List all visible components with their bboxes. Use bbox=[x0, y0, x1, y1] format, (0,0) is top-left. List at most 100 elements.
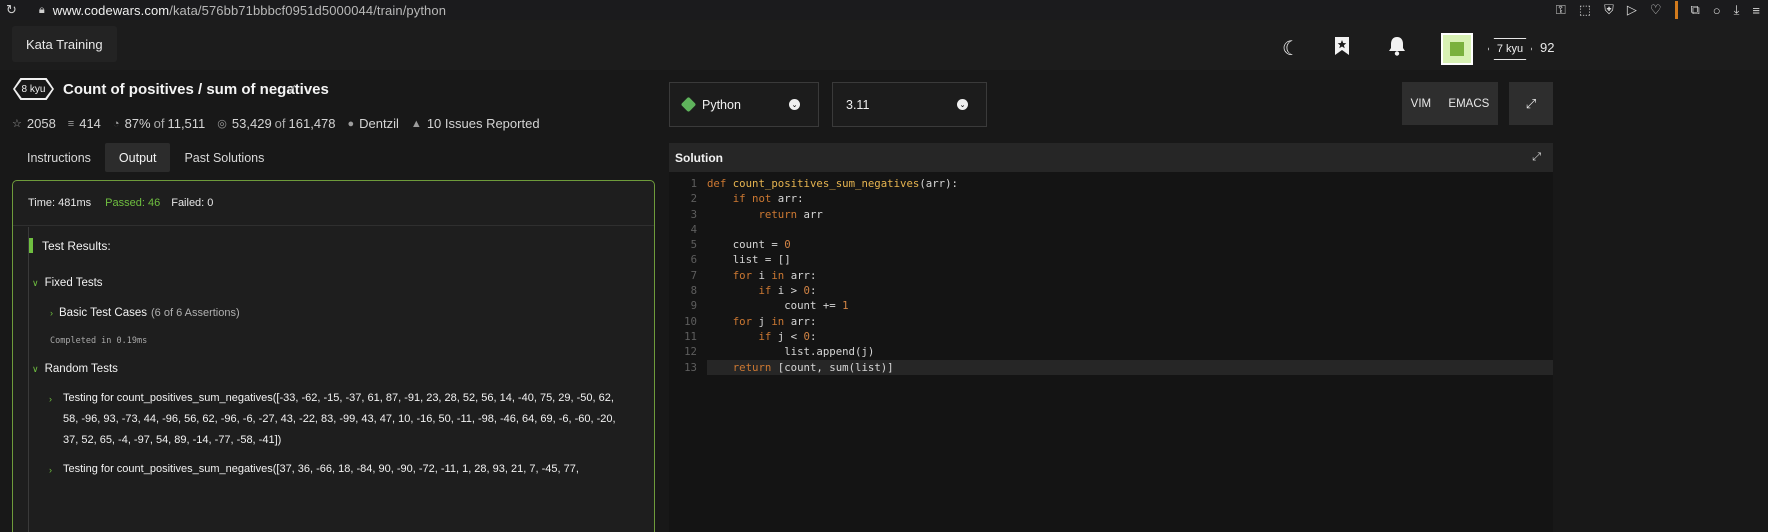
tab-instructions[interactable]: Instructions bbox=[13, 143, 105, 172]
play-icon[interactable]: ▷ bbox=[1627, 2, 1637, 18]
code-line[interactable] bbox=[707, 222, 1553, 237]
editor-mode-group: VIM EMACS bbox=[1402, 82, 1498, 125]
collections-stat[interactable]: ≡ 414 bbox=[68, 116, 101, 131]
heart-icon[interactable]: ♡ bbox=[1650, 2, 1662, 18]
warning-icon: ▲ bbox=[410, 117, 422, 130]
issues-stat[interactable]: ▲ 10 Issues Reported bbox=[411, 116, 540, 131]
key-icon[interactable]: ⚿ bbox=[1556, 2, 1566, 18]
status-bar bbox=[29, 238, 33, 253]
address-bar[interactable]: www.codewars.com/kata/576bb71bbbcf0951d5… bbox=[53, 3, 446, 18]
results-heading: Test Results: bbox=[29, 238, 111, 253]
test-results: Test Results: ∨ Fixed Tests › Basic Test C… bbox=[28, 227, 640, 532]
chevron-down-icon: ⌄ bbox=[957, 99, 968, 110]
random-test-case[interactable]: › Testing for count_positives_sum_negati… bbox=[49, 388, 621, 451]
bell-icon[interactable] bbox=[1388, 36, 1406, 62]
line-number: 13 bbox=[684, 360, 697, 374]
menu-icon[interactable]: ≡ bbox=[1752, 3, 1760, 18]
chevron-right-icon: › bbox=[50, 308, 53, 318]
code-line[interactable]: count = 0 bbox=[707, 237, 1553, 252]
language-value: Python bbox=[702, 97, 741, 112]
eye-icon: ◔ bbox=[112, 117, 120, 130]
download-icon[interactable]: ⤓ bbox=[1734, 2, 1740, 18]
completed-time: Completed in 0.19ms bbox=[50, 336, 148, 346]
output-panel: Time: 481ms Passed: 46 Failed: 0 Test Re… bbox=[12, 180, 655, 532]
code-line[interactable]: return [count, sum(list)] bbox=[707, 359, 1553, 375]
passed-count: Passed: 46 bbox=[105, 197, 161, 209]
line-number: 3 bbox=[690, 207, 697, 221]
toolbar-divider bbox=[1674, 1, 1678, 19]
shield-icon[interactable]: ⛨ bbox=[1604, 2, 1614, 18]
attempted-count: 161,478 bbox=[288, 116, 336, 131]
completed-count: 53,429 bbox=[231, 116, 272, 131]
moon-icon[interactable]: ☾ bbox=[1282, 36, 1300, 61]
tab-output[interactable]: Output bbox=[104, 143, 171, 172]
screenshot-icon[interactable]: ⬚ bbox=[1579, 2, 1591, 18]
stars-count: 2058 bbox=[26, 116, 56, 131]
code-line[interactable]: list = [] bbox=[707, 252, 1553, 267]
of-label: of bbox=[274, 116, 286, 131]
python-icon bbox=[680, 96, 697, 113]
failed-count: Failed: 0 bbox=[171, 197, 214, 209]
code-editor[interactable]: 1 2 3 4 5 6 7 8 9 10 11 12 13 def count_… bbox=[669, 172, 1553, 532]
code-line[interactable]: list.append(j) bbox=[707, 344, 1553, 359]
kyu-label: 8 kyu bbox=[15, 80, 52, 98]
author-stat[interactable]: ● Dentzil bbox=[348, 116, 399, 131]
lock-icon: 🔒︎ bbox=[38, 3, 45, 16]
code-line[interactable]: if i > 0: bbox=[707, 283, 1553, 298]
line-number: 8 bbox=[690, 284, 697, 298]
browser-bar: ↻ 🔒︎ www.codewars.com/kata/576bb71bbbcf0… bbox=[0, 0, 1768, 20]
vim-mode-button[interactable]: VIM bbox=[1411, 98, 1431, 110]
extensions-icon[interactable]: ⧉ bbox=[1691, 2, 1700, 18]
bookmark-icon[interactable] bbox=[1334, 36, 1350, 62]
version-select[interactable]: 3.11 ⌄ bbox=[832, 82, 987, 127]
emacs-mode-button[interactable]: EMACS bbox=[1448, 98, 1489, 110]
code-line[interactable]: for i in arr: bbox=[707, 268, 1553, 283]
basic-test-case[interactable]: › Basic Test Cases (6 of 6 Assertions) bbox=[50, 307, 240, 319]
kata-tabs: Instructions Output Past Solutions bbox=[13, 143, 278, 172]
chevron-down-icon[interactable]: ✓ bbox=[287, 81, 298, 97]
random-tests-group[interactable]: ∨ Random Tests bbox=[32, 363, 118, 375]
line-numbers: 1 2 3 4 5 6 7 8 9 10 11 12 13 bbox=[669, 176, 697, 375]
code-line[interactable]: def count_positives_sum_negatives(arr): bbox=[707, 176, 1553, 191]
code-line[interactable]: if j < 0: bbox=[707, 329, 1553, 344]
author-name: Dentzil bbox=[359, 116, 399, 131]
line-number: 6 bbox=[690, 253, 697, 267]
line-number: 5 bbox=[690, 238, 697, 252]
solution-header: Solution ⤢ bbox=[669, 143, 1553, 172]
rank-badge: 7 kyu bbox=[1488, 38, 1532, 60]
kata-training-label[interactable]: Kata Training bbox=[12, 26, 117, 62]
code-line[interactable]: return arr bbox=[707, 207, 1553, 222]
browser-toolbar-icons: ⚿ ⬚ ⛨ ▷ ♡ ⧉ ○ ⤓ ≡ bbox=[1556, 0, 1760, 20]
app-topbar: Kata Training ☾ 7 kyu 92 bbox=[0, 20, 1768, 70]
stars-stat[interactable]: ☆ 2058 bbox=[12, 116, 56, 131]
fixed-tests-group[interactable]: ∨ Fixed Tests bbox=[32, 277, 103, 289]
random-test-case[interactable]: › Testing for count_positives_sum_negati… bbox=[49, 459, 621, 480]
language-select[interactable]: Python ⌄ bbox=[669, 82, 819, 127]
code-line[interactable]: count += 1 bbox=[707, 298, 1553, 313]
line-number: 2 bbox=[690, 192, 697, 206]
line-number: 1 bbox=[690, 177, 697, 190]
url-path: /kata/576bb71bbbcf0951d5000044/train/pyt… bbox=[169, 2, 447, 18]
line-number: 4 bbox=[690, 222, 697, 236]
tab-past-solutions[interactable]: Past Solutions bbox=[170, 143, 278, 172]
profile-icon[interactable]: ○ bbox=[1713, 3, 1721, 18]
code-area[interactable]: def count_positives_sum_negatives(arr): … bbox=[707, 176, 1553, 375]
code-line[interactable]: if not arr: bbox=[707, 191, 1553, 206]
avatar-glyph bbox=[1450, 42, 1464, 56]
code-line[interactable]: for j in arr: bbox=[707, 314, 1553, 329]
line-number: 12 bbox=[684, 345, 697, 359]
expand-icon[interactable]: ⤢ bbox=[1532, 151, 1541, 164]
chevron-down-icon: ⌄ bbox=[789, 99, 800, 110]
line-number: 7 bbox=[690, 268, 697, 282]
satisfaction-stat: ◔ 87% of 11,511 bbox=[113, 116, 205, 131]
avatar[interactable] bbox=[1441, 33, 1473, 65]
expand-icon[interactable]: ⤢ bbox=[1509, 82, 1553, 125]
line-number: 11 bbox=[684, 329, 697, 343]
reload-icon[interactable]: ↻ bbox=[6, 2, 17, 18]
issues-label: 10 Issues Reported bbox=[426, 116, 540, 131]
completions-stat: ◎ 53,429 of 161,478 bbox=[217, 116, 335, 131]
test-summary: Time: 481ms Passed: 46 Failed: 0 bbox=[13, 181, 654, 226]
collections-count: 414 bbox=[79, 116, 101, 131]
random-test-label: Testing for count_positives_sum_negative… bbox=[63, 392, 616, 446]
solution-title: Solution bbox=[675, 150, 723, 165]
